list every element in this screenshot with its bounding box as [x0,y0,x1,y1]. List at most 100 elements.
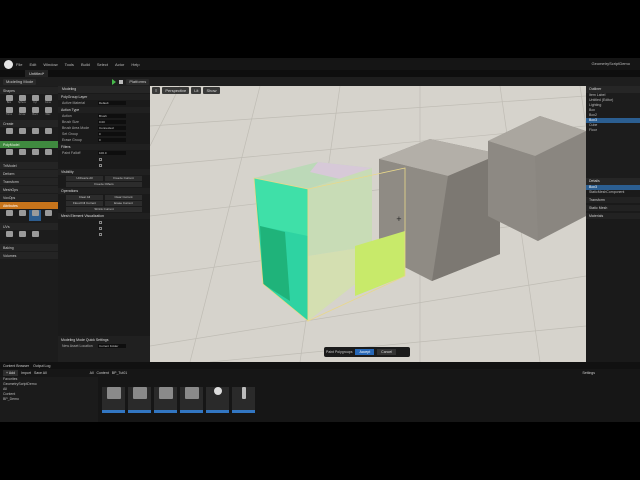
prop-value[interactable]: Current Folder [98,344,126,348]
menu-edit[interactable]: Edit [29,62,36,67]
shrink-current-button[interactable]: Shrink Current [66,206,142,212]
freeze-others-button[interactable]: Freeze Others [66,181,142,187]
uv-tool[interactable] [16,231,28,242]
trimodel-category[interactable]: TriModel [0,162,58,169]
checkbox[interactable] [99,226,102,230]
checkbox[interactable] [99,232,102,236]
accept-button[interactable]: Accept [355,349,375,355]
uv-tool[interactable] [29,231,41,242]
cancel-button[interactable]: Cancel [377,349,397,355]
perspective-button[interactable]: Perspective [162,87,190,94]
transform-category[interactable]: Transform [0,178,58,185]
add-button[interactable]: + Add [3,370,19,376]
uv-tool[interactable] [3,231,15,242]
play-icon[interactable] [112,78,117,85]
erase-current-button[interactable]: Erase Current [105,200,142,206]
prop-value[interactable]: 0.00 [98,120,126,124]
prop-value[interactable]: Connected [98,126,126,130]
baking-category[interactable]: Baking [0,244,58,251]
save-all-button[interactable]: Save All [34,371,47,375]
uvs-category[interactable]: UVs [0,223,58,230]
level-tab[interactable]: Untitled* [25,70,49,77]
create-tool[interactable] [16,128,28,139]
create-category[interactable]: Create [0,120,58,127]
path-content[interactable]: Content [97,371,109,375]
disc-tool[interactable]: Disc [42,107,54,118]
transform-section[interactable]: Transform [586,197,640,203]
attribute-tool[interactable] [16,210,28,221]
details-component[interactable]: StaticMeshComponent [586,190,640,195]
flood-fill-button[interactable]: Flood Fill Current [66,200,103,206]
menu-build[interactable]: Build [81,62,90,67]
polymodel-category[interactable]: PolyModel [0,141,58,148]
viewport-menu-icon[interactable]: ≡ [152,87,161,94]
polygroups-tool-selected[interactable] [29,210,41,221]
unreal-logo-icon[interactable] [4,59,13,69]
checkbox[interactable] [99,220,102,224]
create-tool[interactable] [29,128,41,139]
asset-tile-light[interactable] [206,387,229,413]
menu-select[interactable]: Select [97,62,108,67]
sphere-tool[interactable]: Sphere [16,95,28,106]
polymodel-tool[interactable] [16,149,28,160]
prop-value[interactable]: 0 [98,132,126,136]
import-button[interactable]: Import [21,371,31,375]
content-browser-toolbar: + Add Import Save All All Content BP_Tut… [0,369,640,377]
box-tool[interactable]: Box [3,95,15,106]
polymodel-tool[interactable] [29,149,41,160]
arrow-tool[interactable]: Arrow [16,107,28,118]
polymodel-tool[interactable] [3,149,15,160]
shapes-category[interactable]: Shapes [0,87,58,94]
freeze-current-button[interactable]: Freeze Current [105,175,142,181]
lit-button[interactable]: Lit [191,87,202,94]
asset-tile[interactable] [154,387,177,413]
rect-tool[interactable]: Rect [29,107,41,118]
asset-tile[interactable] [102,387,125,413]
attribute-tool[interactable] [3,210,15,221]
asset-thumbnail [158,387,173,399]
settings-button[interactable]: Settings [582,371,595,375]
show-button[interactable]: Show [203,87,220,94]
output-log-tab[interactable]: Output Log [33,364,50,368]
outliner-item[interactable]: Floor [586,128,640,133]
asset-tile-actor[interactable] [232,387,255,413]
checkbox[interactable] [99,163,102,167]
cylinder-tool[interactable]: Cyl [29,95,41,106]
content-browser-tab[interactable]: Content Browser [3,364,29,368]
stop-icon[interactable] [119,79,124,84]
volumes-category[interactable]: Volumes [0,252,58,259]
menu-tools[interactable]: Tools [65,62,74,67]
menu-help[interactable]: Help [131,62,139,67]
unfreeze-all-button[interactable]: Unfreeze All [66,175,103,181]
platforms-button[interactable]: Platforms [126,78,150,85]
clear-current-button[interactable]: Clear Current [105,194,142,200]
prop-value[interactable]: Brush [98,114,126,118]
clear-all-button[interactable]: Clear All [66,194,103,200]
prop-value[interactable]: 0 [98,138,126,142]
polymodel-tool[interactable] [42,149,54,160]
create-tool[interactable] [42,128,54,139]
static-mesh-section[interactable]: Static Mesh [586,205,640,211]
torus-tool[interactable]: Torus [3,107,15,118]
menu-file[interactable]: File [16,62,22,67]
modeling-mode-button[interactable]: Modeling Mode [3,78,37,85]
checkbox[interactable] [99,157,102,161]
prop-value[interactable]: 100.0 [98,151,126,155]
prop-value[interactable]: Default [98,101,126,105]
create-tool[interactable] [3,128,15,139]
cone-tool[interactable]: Cone [42,95,54,106]
menu-actor[interactable]: Actor [115,62,124,67]
level-viewport[interactable]: + ≡ Perspective Lit Show Paint Polygroup… [150,86,586,362]
attribute-tool[interactable] [42,210,54,221]
deform-category[interactable]: Deform [0,170,58,177]
materials-section[interactable]: Materials [586,213,640,219]
voxops-category[interactable]: VoxOps [0,194,58,201]
meshops-category[interactable]: MeshOps [0,186,58,193]
menu-window[interactable]: Window [43,62,57,67]
path-all[interactable]: All [90,371,94,375]
attributes-category[interactable]: Attributes [0,202,58,209]
tree-item[interactable]: BP_Demo [0,397,98,402]
asset-tile[interactable] [128,387,151,413]
path-folder[interactable]: BP_Tut01 [112,371,127,375]
asset-tile[interactable] [180,387,203,413]
